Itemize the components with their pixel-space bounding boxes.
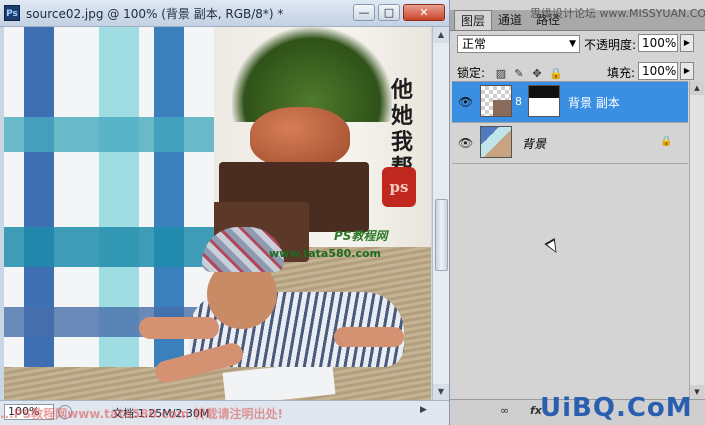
watermark-url: www.tata580.com [269, 247, 382, 260]
lock-icon: 🔒 [660, 136, 673, 147]
layer-mask-thumbnail[interactable] [528, 85, 560, 117]
photo-baby-leg [334, 327, 404, 347]
document-title: source02.jpg @ 100% (背景 副本, RGB/8*) * [26, 7, 284, 21]
move-lock-icon[interactable]: ✥ [531, 67, 543, 81]
lock-icons: ▨ ✎ ✥ 🔒 [495, 62, 567, 81]
blend-mode-select[interactable]: 正常 ▼ [457, 35, 580, 53]
opacity-slider-arrow-icon[interactable]: ▶ [680, 34, 694, 52]
photoshop-icon: Ps [4, 5, 20, 21]
layer-row-background-copy[interactable]: 👁 8 背景 副本 [452, 82, 688, 123]
eye-icon[interactable]: 👁 [458, 136, 473, 150]
blend-mode-value: 正常 [462, 37, 487, 51]
opacity-label: 不透明度: [584, 38, 637, 52]
layers-panel: 图层 通道 路径 正常 ▼ 不透明度: 100% ▶ 锁定: ▨ ✎ ✥ 🔒 填充: … [450, 0, 705, 425]
maximize-button[interactable]: □ [378, 4, 400, 21]
zoom-icon[interactable] [58, 405, 72, 419]
photo-pot [250, 107, 350, 167]
scroll-down-arrow-icon[interactable]: ▼ [433, 384, 449, 400]
watermark-title: PS教程网 [334, 229, 388, 243]
tab-layers[interactable]: 图层 [454, 10, 493, 30]
scroll-thumb[interactable] [435, 199, 448, 271]
scroll-up-arrow-icon[interactable]: ▲ [433, 27, 449, 43]
chevron-down-icon: ▼ [569, 39, 576, 49]
opacity-input[interactable]: 100% [638, 34, 678, 52]
eye-icon[interactable]: 👁 [458, 95, 473, 109]
tab-channels[interactable]: 通道 [492, 10, 528, 30]
fill-label: 填充: [607, 66, 636, 80]
layer-thumbnail [480, 85, 512, 117]
document-titlebar[interactable]: Ps source02.jpg @ 100% (背景 副本, RGB/8*) *… [0, 0, 449, 27]
fill-slider-arrow-icon[interactable]: ▶ [680, 62, 694, 80]
layer-name[interactable]: 背景 [522, 135, 546, 152]
status-arrow-icon[interactable]: ▶ [420, 405, 427, 415]
image-canvas[interactable]: 他 她 我 帮 你 ps PS教程网 www.tata580.com [4, 27, 431, 400]
layers-list: 👁 8 背景 副本 👁 背景 🔒 [452, 81, 688, 400]
close-button[interactable]: ✕ [403, 4, 445, 21]
photo-baby-arm [139, 317, 219, 339]
panel-scrollbar[interactable]: ▲ ▼ [689, 81, 704, 399]
document-window[interactable]: Ps source02.jpg @ 100% (背景 副本, RGB/8*) *… [0, 0, 450, 425]
link-layers-icon[interactable]: ∞ [500, 404, 509, 417]
photo-towel [4, 27, 214, 367]
minimize-button[interactable]: — [353, 4, 375, 21]
lock-label: 锁定: [457, 66, 486, 80]
document-info[interactable]: 文档:1.25M/2.30M [112, 405, 209, 421]
fill-input[interactable]: 100% [638, 62, 678, 80]
layer-row-background[interactable]: 👁 背景 🔒 [452, 123, 688, 164]
forum-watermark: 思缘设计论坛 www.MISSYUAN.COM [530, 7, 705, 20]
mask-link-icon[interactable]: 8 [515, 95, 522, 108]
brush-lock-icon[interactable]: ✎ [513, 67, 525, 81]
scroll-up-arrow-icon[interactable]: ▲ [690, 81, 704, 95]
layer-thumbnail [480, 126, 512, 158]
zoom-level-field[interactable]: 100% [4, 404, 54, 420]
red-seal: ps [382, 167, 416, 207]
padlock-icon[interactable]: 🔒 [549, 67, 563, 81]
uibq-logo: UiBQ.CoM [540, 393, 693, 423]
status-bar: 100% 文档:1.25M/2.30M ▶ [0, 400, 449, 425]
transparency-lock-icon[interactable]: ▨ [495, 67, 507, 81]
layer-name[interactable]: 背景 副本 [568, 94, 620, 111]
vertical-scrollbar[interactable]: ▲ ▼ [432, 27, 449, 400]
